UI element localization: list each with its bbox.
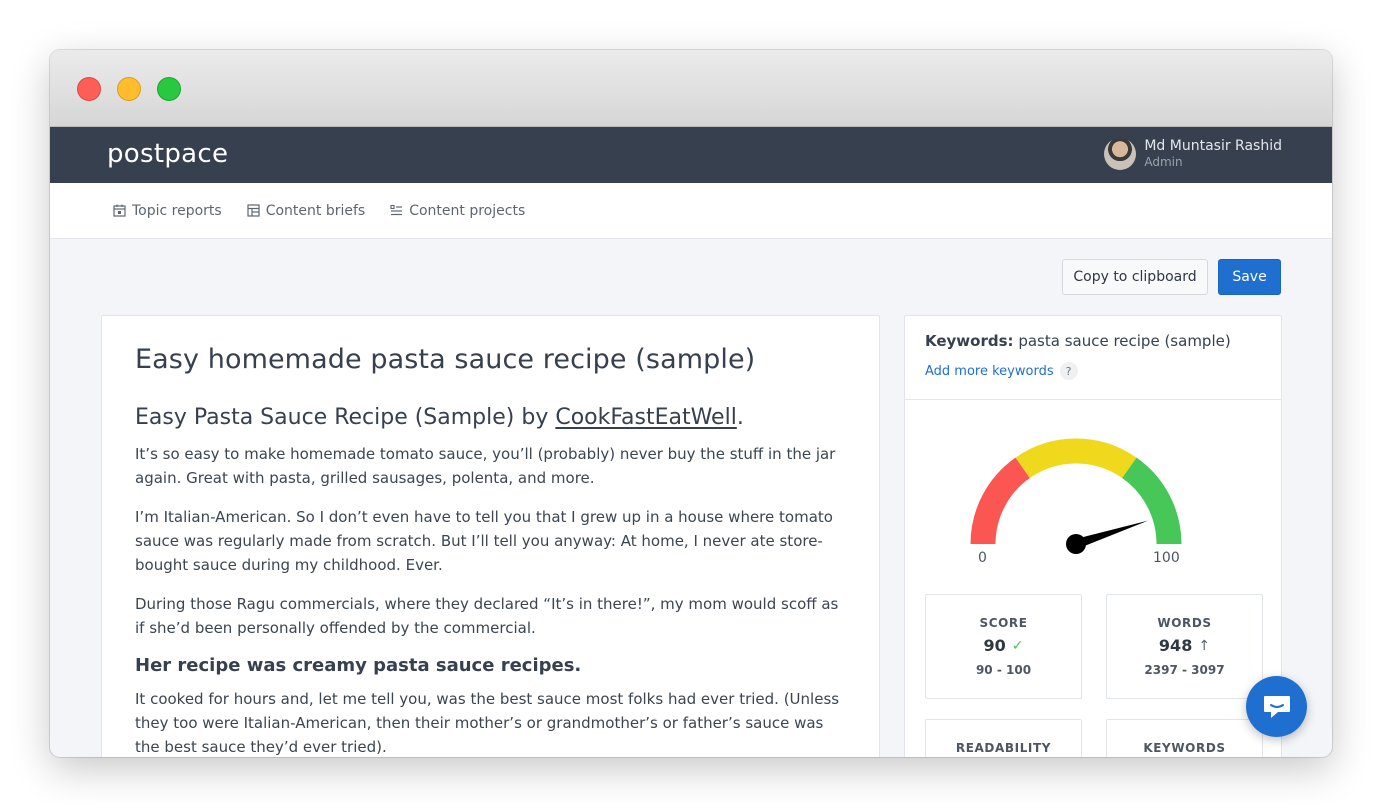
paragraph: It cooked for hours and, let me tell you…: [135, 690, 840, 756]
gauge-arc-mid: [1015, 438, 1137, 479]
stat-label: KEYWORDS: [1143, 741, 1226, 755]
heading-period: .: [736, 405, 744, 430]
stat-value: 90 ✓: [926, 636, 1081, 655]
document-title[interactable]: Easy homemade pasta sauce recipe (sample…: [135, 344, 846, 375]
nav-content-briefs[interactable]: Content briefs: [247, 202, 366, 219]
app-window: postpace Md Muntasir Rashid Admin Topic …: [50, 50, 1332, 757]
gauge-arc-high: [1121, 457, 1182, 545]
gauge-min-label: 0: [978, 550, 987, 566]
nav-label: Topic reports: [132, 202, 222, 219]
chat-button[interactable]: [1246, 676, 1307, 737]
stat-number: 90: [983, 636, 1006, 655]
copy-to-clipboard-button[interactable]: Copy to clipboard: [1062, 259, 1208, 295]
save-button[interactable]: Save: [1218, 259, 1281, 295]
main-nav: Topic reports Content briefs Content pro…: [50, 183, 1332, 239]
close-window-button[interactable]: [77, 77, 101, 101]
content-heading: Easy Pasta Sauce Recipe (Sample) by Cook…: [135, 405, 846, 430]
words-card: WORDS 948 ↑ 2397 - 3097: [1106, 594, 1263, 699]
gauge-arc-low: [970, 457, 1031, 545]
keywords-line: Keywords: pasta sauce recipe (sample): [925, 332, 1261, 350]
keywords-label: Keywords:: [925, 332, 1014, 350]
list-icon: [390, 204, 403, 216]
user-role: Admin: [1144, 155, 1183, 170]
readability-card: READABILITY: [925, 719, 1082, 757]
subheading: Her recipe was creamy pasta sauce recipe…: [135, 655, 582, 676]
seo-sidebar: Keywords: pasta sauce recipe (sample) Ad…: [904, 315, 1282, 757]
brief-icon: [247, 204, 260, 217]
maximize-window-button[interactable]: [157, 77, 181, 101]
stat-label: SCORE: [979, 616, 1028, 630]
stat-value: 948 ↑: [1107, 636, 1262, 655]
paragraph: It’s so easy to make homemade tomato sau…: [135, 445, 836, 487]
app-logo[interactable]: postpace: [107, 139, 228, 169]
user-menu[interactable]: Md Muntasir Rashid Admin: [1104, 138, 1282, 170]
nav-label: Content projects: [409, 202, 526, 219]
stat-range: 90 - 100: [975, 663, 1032, 677]
score-card: SCORE 90 ✓ 90 - 100: [925, 594, 1082, 699]
add-keywords-link[interactable]: Add more keywords: [925, 364, 1054, 379]
keywords-card: KEYWORDS: [1106, 719, 1263, 757]
stat-range: 2397 - 3097: [1144, 663, 1225, 677]
author-link[interactable]: CookFastEatWell: [555, 405, 736, 430]
stat-label: READABILITY: [955, 741, 1052, 755]
stat-label: WORDS: [1157, 616, 1212, 630]
content-editor[interactable]: Easy homemade pasta sauce recipe (sample…: [101, 315, 880, 757]
calendar-icon: [113, 204, 126, 217]
keywords-value: pasta sauce recipe (sample): [1018, 332, 1231, 350]
gauge-max-label: 100: [1153, 550, 1180, 566]
keywords-panel: Keywords: pasta sauce recipe (sample) Ad…: [905, 316, 1281, 400]
check-icon: ✓: [1011, 637, 1024, 654]
nav-label: Content briefs: [265, 202, 366, 219]
score-gauge: 0 100: [965, 434, 1187, 574]
heading-text: Easy Pasta Sauce Recipe (Sample) by: [135, 405, 556, 430]
paragraph: During those Ragu commercials, where the…: [135, 595, 839, 637]
arrow-up-icon: ↑: [1198, 637, 1211, 654]
stat-number: 948: [1158, 636, 1193, 655]
user-name: Md Muntasir Rashid: [1144, 138, 1282, 155]
window-titlebar: [50, 50, 1332, 127]
avatar: [1104, 138, 1137, 170]
add-keywords-row: Add more keywords ?: [925, 362, 1261, 380]
top-bar: postpace Md Muntasir Rashid Admin: [50, 127, 1332, 183]
chat-icon: [1263, 695, 1290, 718]
help-icon[interactable]: ?: [1059, 362, 1078, 380]
gauge-hub: [1066, 534, 1086, 554]
minimize-window-button[interactable]: [117, 77, 141, 101]
paragraph: I’m Italian-American. So I don’t even ha…: [135, 508, 833, 574]
nav-topic-reports[interactable]: Topic reports: [113, 203, 222, 219]
nav-content-projects[interactable]: Content projects: [390, 203, 525, 219]
